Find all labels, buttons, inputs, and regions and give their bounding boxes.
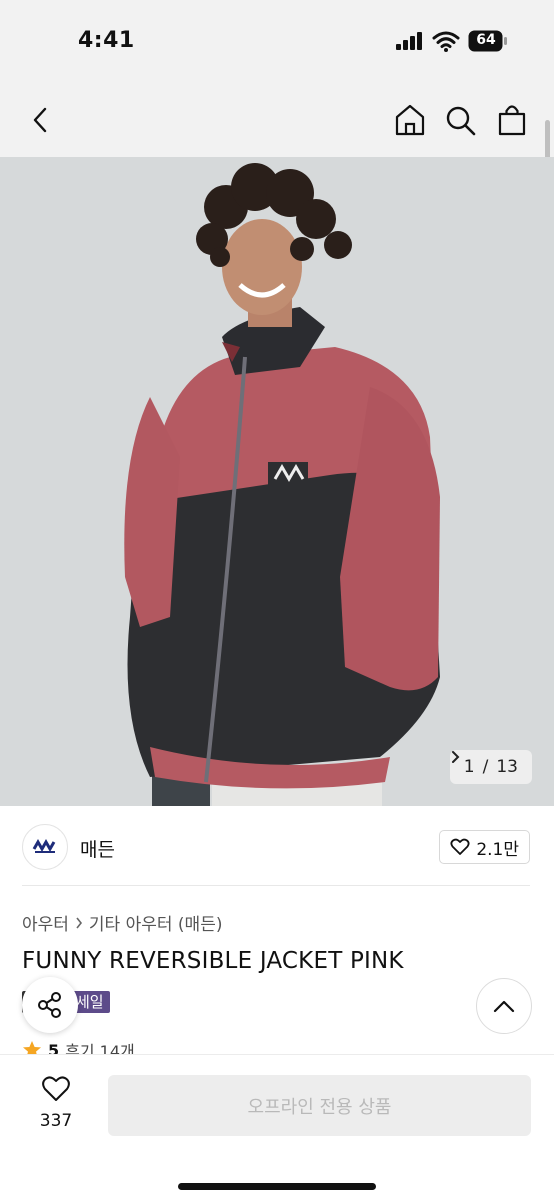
brand-row: 매든 2.1만 xyxy=(0,806,554,886)
product-photo xyxy=(0,157,554,806)
search-icon xyxy=(446,106,476,136)
image-counter-current: 1 xyxy=(463,757,475,777)
brand-like-count: 2.1만 xyxy=(476,839,519,860)
image-counter-button[interactable]: 1 / 13 xyxy=(449,750,532,784)
back-button[interactable] xyxy=(22,100,58,140)
brand-logo[interactable] xyxy=(22,824,68,870)
chevron-up-icon xyxy=(493,1000,515,1013)
image-counter-total: 13 xyxy=(496,757,518,777)
brand-logo-mark xyxy=(32,838,56,853)
purchase-button[interactable]: 오프라인 전용 상품 xyxy=(108,1075,531,1136)
breadcrumb-level2[interactable]: 기타 아우터 (매든) xyxy=(89,910,223,935)
chevron-right-icon xyxy=(76,917,82,928)
signal-icon xyxy=(396,32,422,50)
bottom-action-bar: 337 오프라인 전용 상품 xyxy=(0,1054,554,1201)
wishlist-button[interactable]: 337 xyxy=(30,1075,82,1131)
heart-icon xyxy=(42,1076,70,1101)
chevron-left-icon xyxy=(33,107,47,133)
image-counter-separator: / xyxy=(482,757,489,777)
heart-icon xyxy=(450,838,470,855)
shopping-bag-button[interactable] xyxy=(494,100,530,140)
product-title: FUNNY REVERSIBLE JACKET PINK xyxy=(22,948,404,974)
breadcrumb-level1[interactable]: 아우터 xyxy=(22,910,69,935)
status-time: 4:41 xyxy=(78,28,135,53)
shopping-bag-icon xyxy=(498,105,526,136)
top-area: 4:41 64 xyxy=(0,0,554,157)
battery-icon: 64 xyxy=(468,30,508,52)
share-button[interactable] xyxy=(22,977,78,1033)
search-button[interactable] xyxy=(443,100,479,140)
brand-name[interactable]: 매든 xyxy=(80,835,115,862)
share-icon xyxy=(38,992,61,1018)
divider xyxy=(22,885,530,886)
brand-like-button[interactable]: 2.1만 xyxy=(439,830,530,864)
wifi-icon xyxy=(432,31,460,52)
scroll-to-top-button[interactable] xyxy=(476,978,532,1034)
battery-level: 64 xyxy=(476,32,496,48)
breadcrumb: 아우터 기타 아우터 (매든) xyxy=(22,910,222,935)
home-button[interactable] xyxy=(392,100,428,140)
home-indicator xyxy=(178,1183,376,1190)
product-image-gallery[interactable]: 1 / 13 xyxy=(0,157,554,806)
chevron-right-icon xyxy=(451,751,460,763)
wishlist-count: 337 xyxy=(39,1111,73,1131)
home-icon xyxy=(395,104,425,136)
